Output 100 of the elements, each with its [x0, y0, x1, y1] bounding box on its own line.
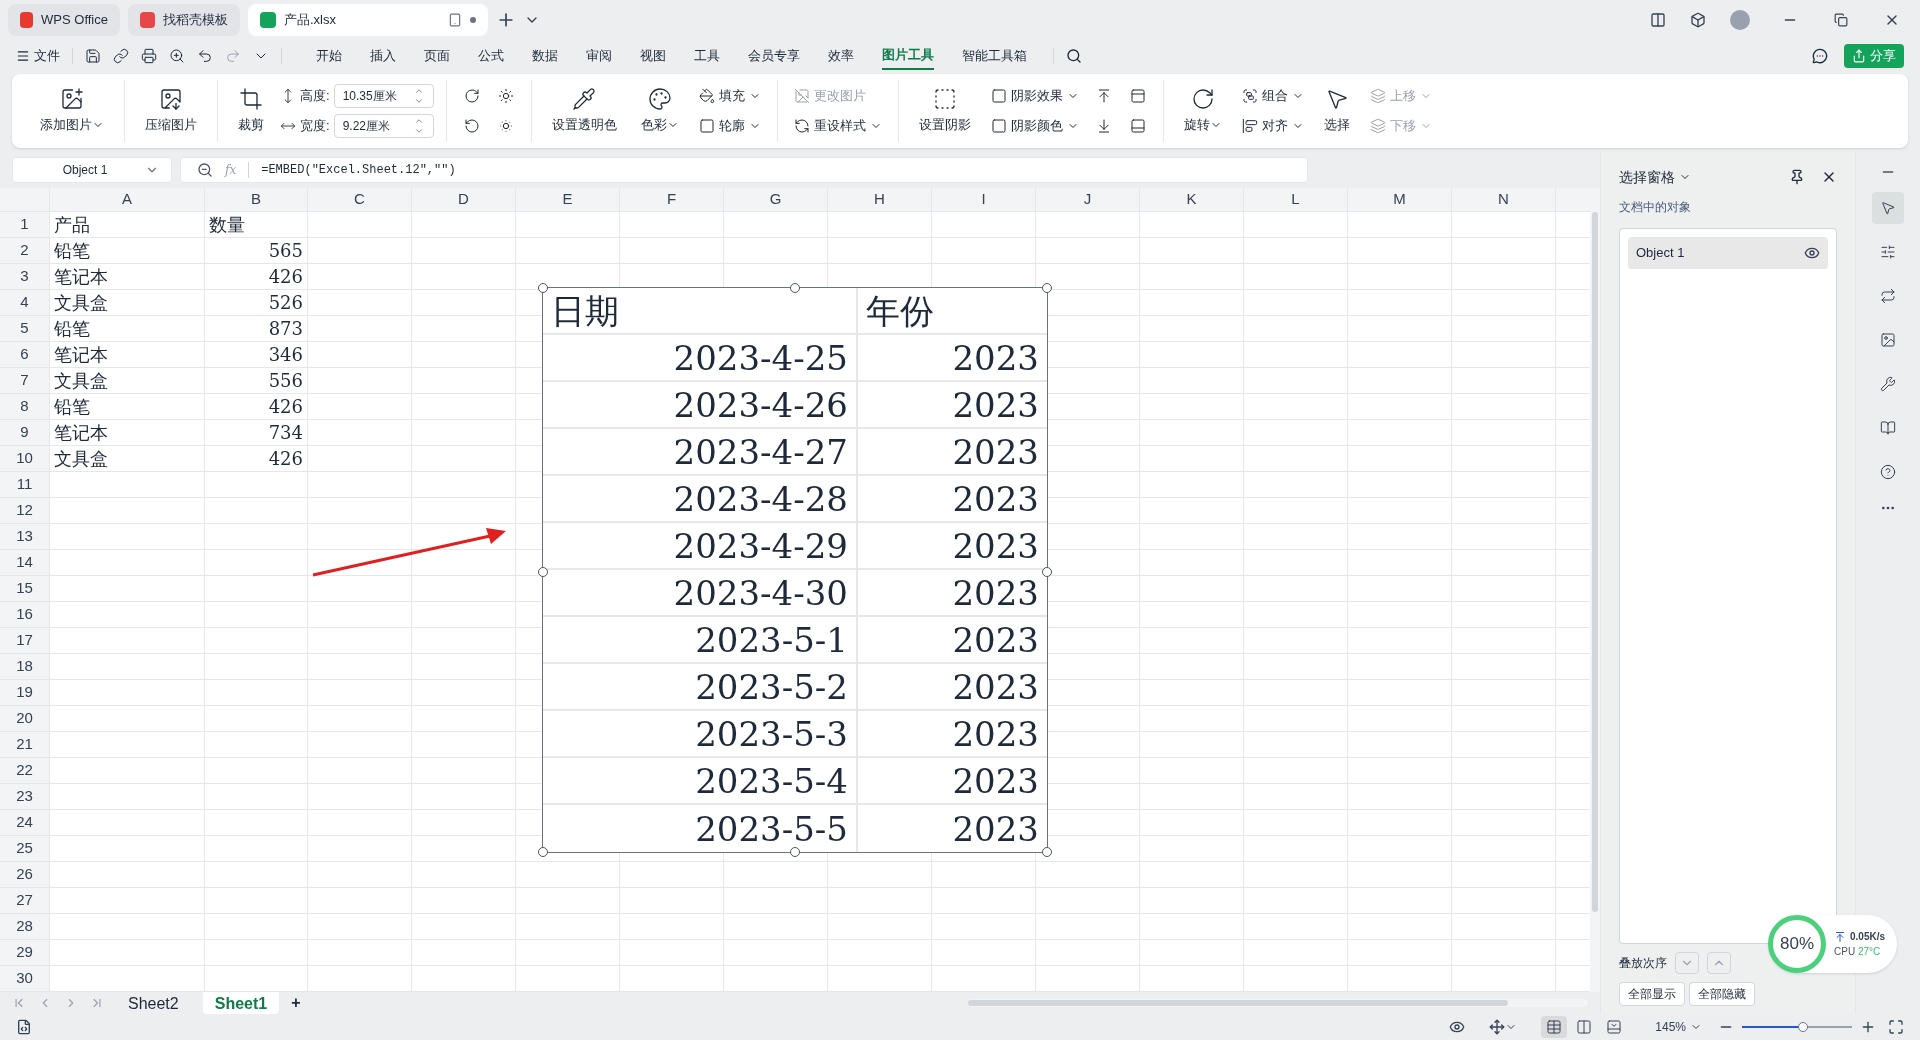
row-header[interactable]: 22	[0, 758, 50, 783]
eye-icon[interactable]	[1449, 1019, 1466, 1035]
row-header[interactable]: 20	[0, 706, 50, 731]
ribbon-button[interactable]: 色彩	[632, 78, 687, 144]
row-header[interactable]: 23	[0, 784, 50, 809]
ribbon-button[interactable]: 选择	[1315, 78, 1358, 144]
macro-icon[interactable]	[16, 1019, 32, 1035]
system-monitor-widget[interactable]: 80% 0.05K/s CPU 27°C	[1768, 915, 1898, 973]
row-header[interactable]: 12	[0, 498, 50, 523]
resize-handle[interactable]	[1042, 567, 1052, 577]
pane-button[interactable]: 全部显示	[1619, 982, 1685, 1006]
file-menu[interactable]: 文件	[16, 46, 60, 66]
ribbon-button[interactable]: 对齐	[1237, 113, 1308, 139]
row-header[interactable]: 3	[0, 264, 50, 289]
pane-button[interactable]: 全部隐藏	[1689, 982, 1755, 1006]
ribbon-button[interactable]: 轮廓	[694, 113, 765, 139]
row-header[interactable]: 26	[0, 862, 50, 887]
search-icon[interactable]	[1066, 48, 1082, 64]
resize-handle[interactable]	[1042, 847, 1052, 857]
menu-tab[interactable]: 智能工具箱	[962, 42, 1027, 70]
menu-tab[interactable]: 会员专享	[748, 42, 800, 70]
fullscreen-icon[interactable]	[1888, 1019, 1904, 1035]
menu-tab[interactable]: 开始	[316, 42, 342, 70]
menu-tab[interactable]: 视图	[640, 42, 666, 70]
sheet-tab[interactable]: Sheet2	[116, 992, 191, 1014]
resize-handle[interactable]	[538, 847, 548, 857]
pin-icon[interactable]	[1789, 169, 1805, 185]
zoom-out-icon[interactable]	[197, 162, 213, 178]
restore-icon[interactable]	[1834, 13, 1848, 27]
resize-handle[interactable]	[790, 283, 800, 293]
pointer-tool[interactable]	[1872, 192, 1904, 224]
ribbon-button[interactable]: 重设样式	[789, 113, 886, 139]
ribbon-button[interactable]: 设置透明色	[543, 78, 625, 144]
ribbon-button[interactable]: 旋转	[1175, 78, 1230, 144]
column-header[interactable]: F	[620, 188, 724, 211]
row-header[interactable]: 15	[0, 576, 50, 601]
row-header[interactable]: 14	[0, 550, 50, 575]
ribbon-button[interactable]: 添加图片	[32, 78, 112, 144]
row-header[interactable]: 1	[0, 212, 50, 237]
ribbon-button[interactable]: 组合	[1237, 83, 1308, 109]
row-header[interactable]: 9	[0, 420, 50, 445]
column-header[interactable]: A	[50, 188, 205, 211]
row-header[interactable]: 21	[0, 732, 50, 757]
zoom-in-icon[interactable]	[1860, 1019, 1876, 1035]
column-header[interactable]: M	[1348, 188, 1452, 211]
column-header[interactable]: I	[932, 188, 1036, 211]
menu-tab[interactable]: 工具	[694, 42, 720, 70]
row-header[interactable]: 28	[0, 914, 50, 939]
cube-icon[interactable]	[1690, 12, 1706, 28]
ribbon-button[interactable]: 阴影颜色	[986, 113, 1083, 139]
resize-handle[interactable]	[790, 847, 800, 857]
row-header[interactable]: 5	[0, 316, 50, 341]
eye-icon[interactable]	[1804, 245, 1820, 261]
row-header[interactable]: 4	[0, 290, 50, 315]
resize-handle[interactable]	[538, 283, 548, 293]
column-header[interactable]: K	[1140, 188, 1244, 211]
column-header[interactable]: B	[205, 188, 308, 211]
formula-field[interactable]: =EMBED("Excel.Sheet.12","")	[261, 161, 456, 179]
ribbon-button[interactable]: 裁剪	[230, 78, 272, 144]
save-icon[interactable]	[85, 48, 101, 64]
row-header[interactable]: 11	[0, 472, 50, 497]
row-header[interactable]: 18	[0, 654, 50, 679]
row-header[interactable]: 7	[0, 368, 50, 393]
ribbon-button[interactable]: 压缩图片	[137, 78, 205, 144]
row-header[interactable]: 2	[0, 238, 50, 263]
menu-tab[interactable]: 数据	[532, 42, 558, 70]
ribbon-button[interactable]: 阴影效果	[986, 83, 1083, 109]
browser-tab[interactable]: 产品.xlsx	[248, 4, 488, 36]
cloud-icon[interactable]	[1812, 48, 1828, 64]
move-icon[interactable]	[1489, 1019, 1506, 1035]
sheet-tab[interactable]: Sheet1	[202, 992, 280, 1014]
browser-tab[interactable]: 找稻壳模板	[128, 4, 240, 36]
row-header[interactable]: 29	[0, 940, 50, 965]
ribbon-button[interactable]: 填充	[694, 83, 765, 109]
column-header[interactable]: E	[516, 188, 620, 211]
row-header[interactable]: 13	[0, 524, 50, 549]
layout-icon[interactable]	[1650, 12, 1666, 28]
column-header[interactable]: J	[1036, 188, 1140, 211]
row-header[interactable]: 8	[0, 394, 50, 419]
row-header[interactable]: 17	[0, 628, 50, 653]
row-header[interactable]: 6	[0, 342, 50, 367]
ribbon-button[interactable]: 设置阴影	[910, 78, 979, 144]
print-preview-icon[interactable]	[169, 48, 185, 64]
menu-tab[interactable]: 效率	[828, 42, 854, 70]
menu-tab[interactable]: 图片工具	[882, 42, 934, 70]
column-header[interactable]: D	[412, 188, 516, 211]
row-header[interactable]: 30	[0, 966, 50, 991]
vertical-scrollbar[interactable]	[1590, 188, 1600, 992]
menu-tab[interactable]: 插入	[370, 42, 396, 70]
menu-tab[interactable]: 审阅	[586, 42, 612, 70]
column-header[interactable]: G	[724, 188, 828, 211]
horizontal-scrollbar[interactable]	[968, 999, 1588, 1007]
row-header[interactable]: 25	[0, 836, 50, 861]
resize-handle[interactable]	[1042, 283, 1052, 293]
view-mode-button[interactable]	[1541, 1016, 1568, 1038]
row-header[interactable]: 16	[0, 602, 50, 627]
browser-tab[interactable]: WPS Office	[8, 4, 120, 36]
column-header[interactable]: L	[1244, 188, 1348, 211]
printer-icon[interactable]	[141, 48, 157, 64]
object-list-item[interactable]: Object 1	[1628, 237, 1828, 269]
